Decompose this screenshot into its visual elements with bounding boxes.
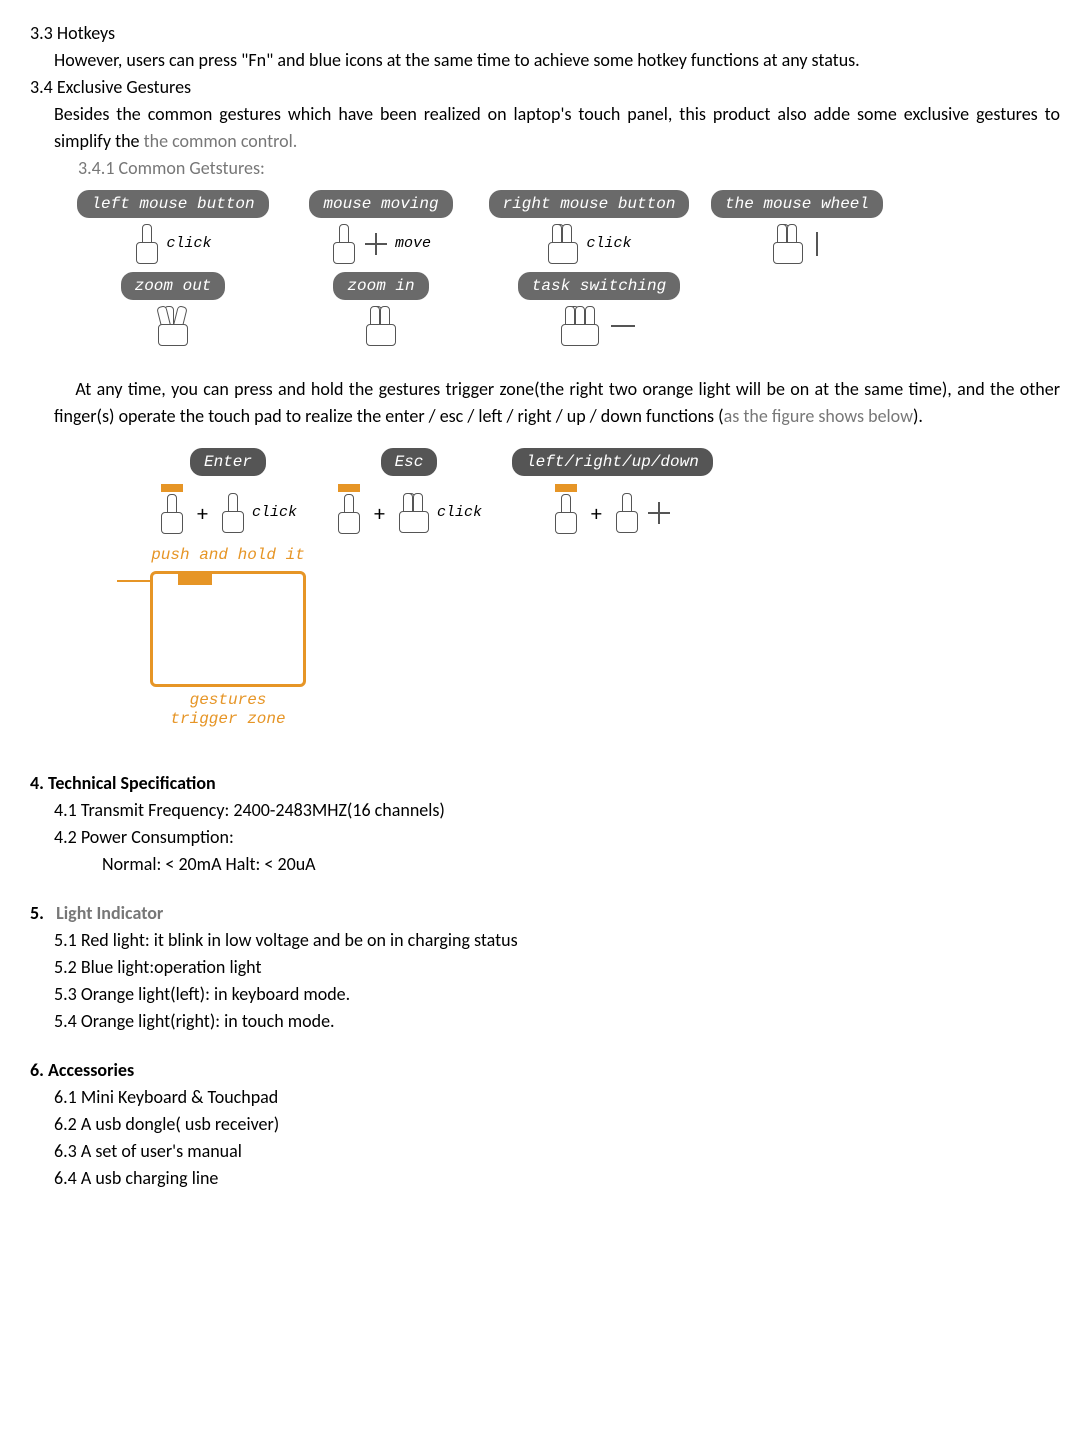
section-4-2: 4.2 Power Consumption: (54, 824, 1060, 851)
pill-esc: Esc (381, 448, 438, 476)
hand-one-finger-icon (220, 493, 246, 533)
section-5-heading: 5. Light Indicator (30, 900, 1060, 927)
pill-mouse-wheel: the mouse wheel (711, 190, 883, 218)
plus-icon: + (374, 497, 385, 530)
arrows-4way-icon (363, 231, 389, 257)
trigger-esc: Esc + click (336, 448, 482, 542)
trigger-zone-paragraph: At any time, you can press and hold the … (54, 376, 1060, 430)
hand-one-finger-icon (331, 224, 357, 264)
hand-one-finger-icon (614, 493, 640, 533)
section-3-3-heading: 3.3 Hotkeys (30, 20, 1060, 47)
section-6-3: 6.3 A set of user's manual (54, 1138, 1060, 1165)
section-5-3: 5.3 Orange light(left): in keyboard mode… (54, 981, 1060, 1008)
section-6-1: 6.1 Mini Keyboard & Touchpad (54, 1084, 1060, 1111)
arrows-leftright-icon (609, 320, 637, 332)
pill-enter: Enter (190, 448, 266, 476)
section-3-4-body: Besides the common gestures which have b… (54, 101, 1060, 155)
label-push-hold: push and hold it (151, 546, 305, 565)
trigger-diagram-row: Enter + click push and hold it gestures … (150, 448, 1060, 730)
label-click-enter: click (252, 502, 297, 525)
section-5-1: 5.1 Red light: it blink in low voltage a… (54, 927, 1060, 954)
trigger-tab-icon (336, 484, 362, 542)
pill-right-mouse: right mouse button (489, 190, 690, 218)
arrows-4way-icon (646, 500, 672, 526)
gesture-mouse-wheel: the mouse wheel (702, 190, 892, 264)
pill-lrud: left/right/up/down (512, 448, 713, 476)
gesture-row-1: left mouse button click mouse moving mov… (78, 190, 1060, 264)
section-4-heading: 4. Technical Specification (30, 770, 1060, 797)
section-4-2-values: Normal: < 20mA Halt: < 20uA (102, 851, 1060, 878)
section-6-4: 6.4 A usb charging line (54, 1165, 1060, 1192)
gesture-left-mouse: left mouse button click (78, 190, 268, 264)
label-move: move (395, 233, 431, 256)
gesture-mouse-moving: mouse moving move (286, 190, 476, 264)
gesture-right-mouse: right mouse button click (494, 190, 684, 264)
trigger-tab-icon (553, 484, 579, 542)
label-trigger-zone: gestures trigger zone (170, 691, 285, 729)
trigger-lrud: left/right/up/down + (512, 448, 713, 542)
section-6-2: 6.2 A usb dongle( usb receiver) (54, 1111, 1060, 1138)
arrows-updown-icon (811, 230, 823, 258)
section-3-4-body-gray: the common control. (144, 130, 298, 152)
pill-task-switching: task switching (518, 272, 680, 300)
gesture-task-switch: task switching (494, 272, 704, 346)
plus-icon: + (591, 497, 602, 530)
trigger-zone-pad-icon (150, 571, 306, 687)
trigger-para-gray: as the figure shows below (724, 405, 913, 427)
plus-icon: + (197, 497, 208, 530)
pill-mouse-moving: mouse moving (309, 190, 452, 218)
label-click-2: click (586, 233, 631, 256)
trigger-enter: Enter + click push and hold it gestures … (150, 448, 306, 730)
pill-zoom-out: zoom out (121, 272, 226, 300)
trigger-para-end: ). (913, 405, 923, 427)
section-5-4: 5.4 Orange light(right): in touch mode. (54, 1008, 1060, 1035)
pill-zoom-in: zoom in (333, 272, 428, 300)
trigger-tab-icon (159, 484, 185, 542)
pill-left-mouse: left mouse button (77, 190, 268, 218)
gesture-zoom-in: zoom in (286, 272, 476, 346)
hand-one-finger-icon (134, 224, 160, 264)
section-6-heading: 6. Accessories (30, 1057, 1060, 1084)
gesture-zoom-out: zoom out (78, 272, 268, 346)
section-3-4-1-heading: 3.4.1 Common Getstures: (78, 155, 1060, 182)
label-click-esc: click (437, 502, 482, 525)
gesture-row-2: zoom out zoom in task switching (78, 272, 1060, 346)
section-3-4-heading: 3.4 Exclusive Gestures (30, 74, 1060, 101)
section-4-1: 4.1 Transmit Frequency: 2400-2483MHZ(16 … (54, 797, 1060, 824)
section-3-3-body: However, users can press "Fn" and blue i… (54, 47, 1060, 74)
label-click: click (166, 233, 211, 256)
hand-two-finger-icon (546, 224, 580, 264)
hand-three-finger-icon (561, 306, 603, 346)
hand-pinch-out-icon (364, 306, 398, 346)
hand-two-finger-icon (397, 493, 431, 533)
section-5-2: 5.2 Blue light:operation light (54, 954, 1060, 981)
hand-two-finger-icon (771, 224, 805, 264)
hand-pinch-in-icon (156, 306, 190, 346)
